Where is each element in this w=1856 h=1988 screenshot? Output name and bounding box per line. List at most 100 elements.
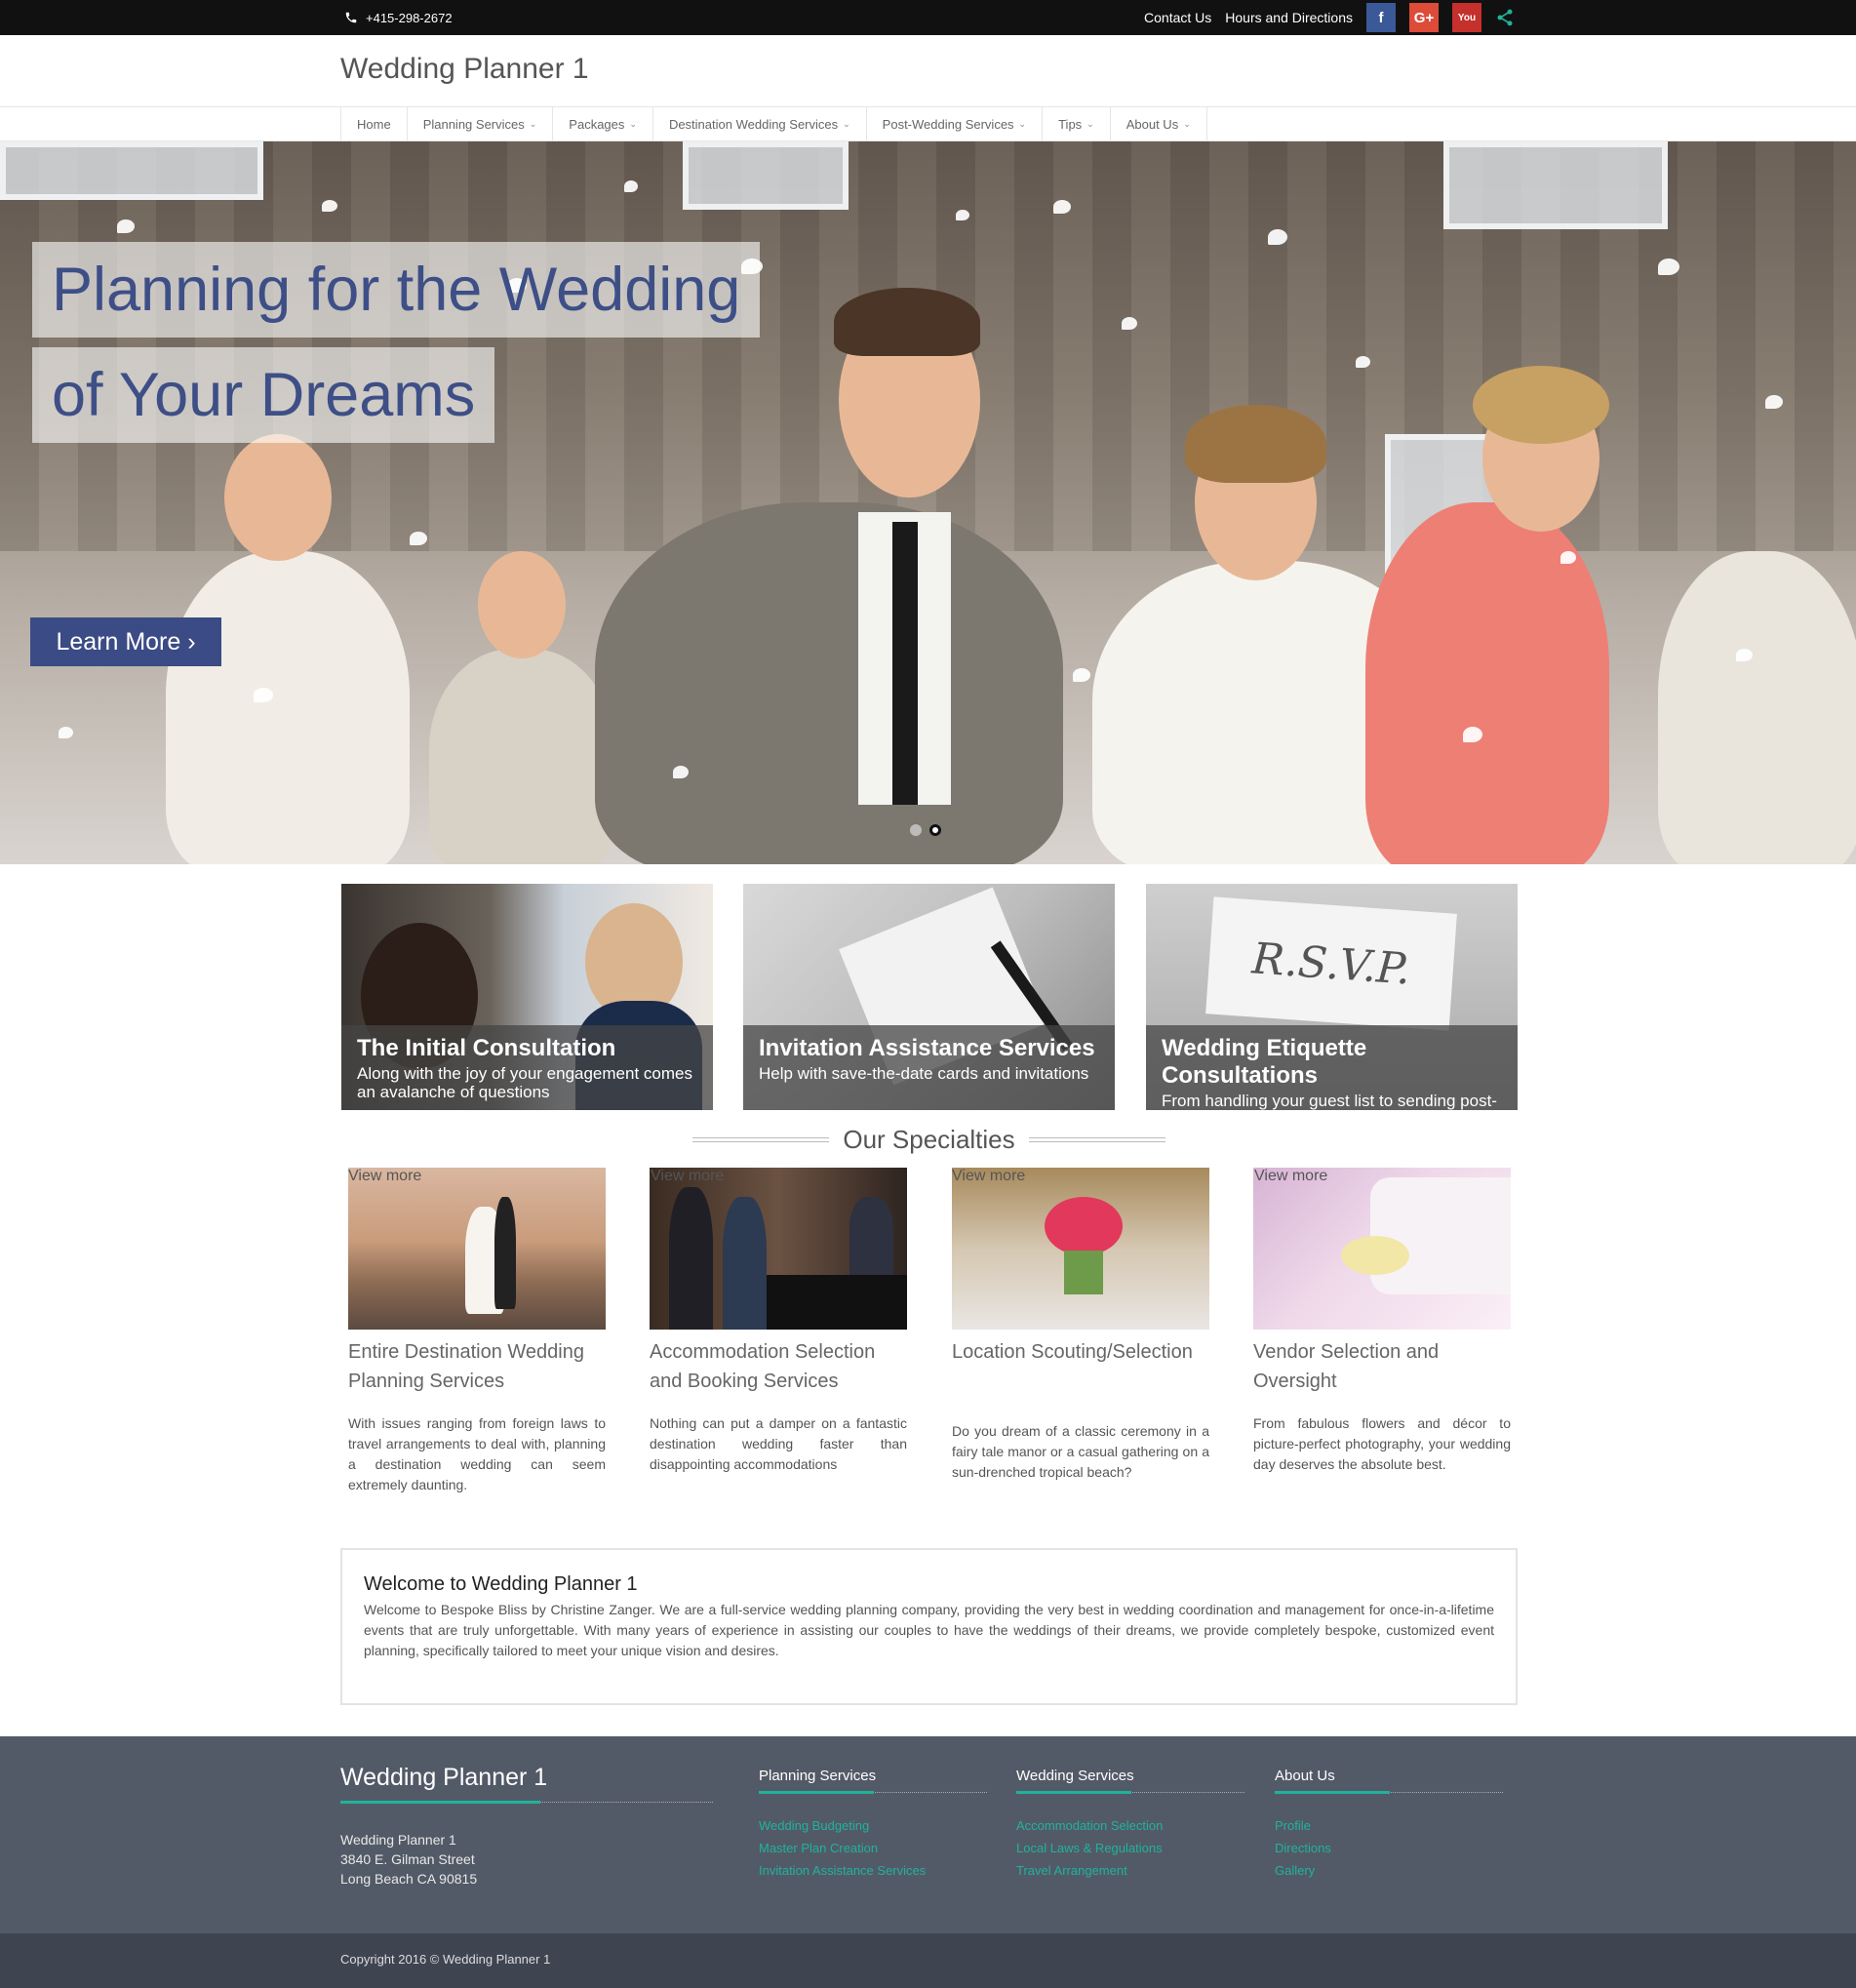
nav-post-wedding-services[interactable]: Post-Wedding Services ⌄ (867, 107, 1044, 141)
confetti-petal (117, 219, 135, 233)
footer-link[interactable]: Directions (1275, 1837, 1503, 1859)
phone-icon (345, 12, 357, 23)
google-plus-icon[interactable]: G+ (1409, 3, 1439, 32)
hero-guest (166, 551, 410, 864)
view-more-button[interactable]: View more (1254, 1168, 1512, 1185)
footer-link[interactable]: Gallery (1275, 1859, 1503, 1882)
footer-col-title: Wedding Services (1016, 1768, 1244, 1794)
view-more-button[interactable]: View more (651, 1168, 908, 1185)
footer-link[interactable]: Local Laws & Regulations (1016, 1837, 1244, 1859)
image-vase (1064, 1251, 1103, 1294)
nav-label: Planning Services (422, 117, 525, 132)
specialty-image-hotel[interactable] (650, 1168, 907, 1330)
image-groom (494, 1197, 516, 1309)
feature-invitation-assistance[interactable]: Invitation Assistance Services Help with… (743, 884, 1115, 1110)
main-nav: Home Planning Services ⌄ Packages ⌄ Destin… (340, 107, 1207, 141)
confetti-petal (1122, 317, 1137, 330)
hero-bridesmaid-hair (1473, 366, 1609, 444)
footer-link[interactable]: Wedding Budgeting (759, 1814, 987, 1837)
view-more-button[interactable]: View more (952, 1168, 1209, 1185)
footer-link[interactable]: Accommodation Selection (1016, 1814, 1244, 1837)
footer-col-wedding-services: Wedding Services Accommodation Selection… (1016, 1768, 1244, 1882)
footer-link[interactable]: Profile (1275, 1814, 1503, 1837)
nav-label: Post-Wedding Services (882, 117, 1014, 132)
specialty-desc: Do you dream of a classic ceremony in a … (952, 1423, 1209, 1480)
confetti-petal (1073, 668, 1090, 682)
image-desk (767, 1275, 907, 1330)
chevron-down-icon: ⌄ (629, 119, 637, 129)
hours-directions-link[interactable]: Hours and Directions (1225, 10, 1353, 25)
feature-wedding-etiquette[interactable]: R.S.V.P. Wedding Etiquette Consultations… (1146, 884, 1518, 1110)
specialty-image-table[interactable] (952, 1168, 1209, 1330)
contact-us-link[interactable]: Contact Us (1144, 10, 1211, 25)
specialty-image-cake[interactable] (1253, 1168, 1511, 1330)
image-flowers (1045, 1197, 1123, 1255)
copyright-bar: Copyright 2016 © Wedding Planner 1 (0, 1933, 1856, 1988)
top-bar: +415-298-2672 Contact Us Hours and Direc… (0, 0, 1856, 35)
specialty-title[interactable]: Vendor Selection and Oversight (1253, 1337, 1511, 1406)
slider-dot-active[interactable] (929, 824, 941, 836)
specialties-heading: Our Specialties (692, 1122, 1165, 1157)
confetti-petal (1658, 258, 1679, 275)
youtube-icon[interactable]: You (1452, 3, 1481, 32)
specialties-title: Our Specialties (843, 1124, 1015, 1154)
confetti-petal (956, 210, 969, 220)
confetti-petal (1053, 200, 1071, 214)
hero-window (683, 141, 849, 210)
confetti-petal (59, 727, 73, 738)
nav-tips[interactable]: Tips ⌄ (1043, 107, 1111, 141)
hero-groom (595, 502, 1063, 864)
image-woman (723, 1197, 767, 1330)
learn-more-button[interactable]: Learn More › (30, 617, 221, 666)
footer-brand: Wedding Planner 1 (340, 1764, 713, 1804)
hero-guest-head (224, 434, 332, 561)
site-header: Wedding Planner 1 (0, 35, 1856, 107)
nav-planning-services[interactable]: Planning Services ⌄ (408, 107, 554, 141)
specialty-title[interactable]: Accommodation Selection and Booking Serv… (650, 1337, 907, 1406)
hero-boy-head (478, 551, 566, 658)
specialty-desc: From fabulous flowers and décor to pictu… (1253, 1415, 1511, 1472)
chevron-down-icon: ⌄ (529, 119, 537, 129)
hero-window (0, 141, 263, 200)
specialty-title[interactable]: Entire Destination Wedding Planning Serv… (348, 1337, 606, 1406)
footer-link[interactable]: Master Plan Creation (759, 1837, 987, 1859)
nav-label: Destination Wedding Services (668, 117, 839, 132)
share-icon[interactable] (1495, 8, 1515, 27)
confetti-petal (1765, 395, 1783, 409)
nav-packages[interactable]: Packages ⌄ (553, 107, 653, 141)
nav-about-us[interactable]: About Us ⌄ (1111, 107, 1207, 141)
specialty-image-harbor[interactable] (348, 1168, 606, 1330)
welcome-text: Welcome to Bespoke Bliss by Christine Za… (364, 1602, 1494, 1658)
hero-groom-hair (834, 288, 980, 356)
site-logo[interactable]: Wedding Planner 1 (340, 53, 589, 86)
hero-guest-right (1658, 551, 1856, 864)
facebook-icon[interactable]: f (1366, 3, 1396, 32)
confetti-petal (1463, 727, 1482, 742)
nav-destination-wedding-services[interactable]: Destination Wedding Services ⌄ (653, 107, 867, 141)
copyright-text: Copyright 2016 © Wedding Planner 1 (340, 1952, 551, 1967)
address-line: Wedding Planner 1 (340, 1832, 456, 1848)
slider-dot[interactable] (910, 824, 922, 836)
footer-address: Wedding Planner 1 3840 E. Gilman Street … (340, 1830, 477, 1889)
view-more-button[interactable]: View more (348, 1168, 606, 1185)
confetti-petal (322, 200, 337, 212)
footer-link[interactable]: Invitation Assistance Services (759, 1859, 987, 1882)
nav-home[interactable]: Home (341, 107, 408, 141)
specialty-card: Location Scouting/Selection Do you dream… (952, 1168, 1209, 1499)
specialty-card: Entire Destination Wedding Planning Serv… (348, 1168, 606, 1499)
feature-title: Invitation Assistance Services (759, 1035, 1095, 1061)
image-cake (1370, 1177, 1511, 1294)
specialty-desc: Nothing can put a damper on a fantastic … (650, 1415, 907, 1472)
hero-bride-hair (1185, 405, 1326, 483)
phone-info: +415-298-2672 (344, 0, 453, 35)
feature-caption: Invitation Assistance Services Help with… (743, 1025, 1115, 1110)
hero-headline-line2: of Your Dreams (32, 347, 495, 443)
phone-number[interactable]: +415-298-2672 (366, 11, 453, 25)
hero-headline-line1: Planning for the Wedding (32, 242, 761, 338)
feature-initial-consultation[interactable]: The Initial Consultation Along with the … (341, 884, 713, 1110)
specialty-card: Accommodation Selection and Booking Serv… (650, 1168, 907, 1499)
slider-dots (910, 824, 941, 836)
nav-label: Packages (569, 117, 625, 132)
specialty-title[interactable]: Location Scouting/Selection (952, 1337, 1209, 1406)
footer-link[interactable]: Travel Arrangement (1016, 1859, 1244, 1882)
